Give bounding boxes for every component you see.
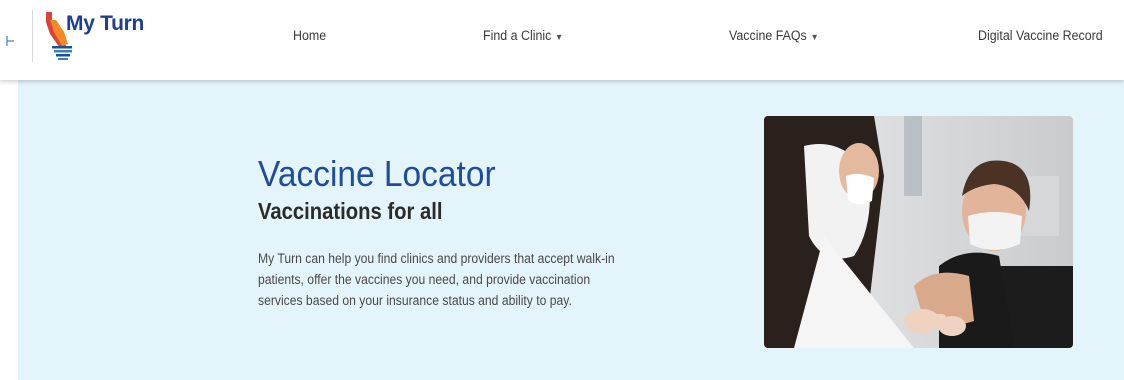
logo-text: My Turn <box>66 12 145 35</box>
nav-home[interactable]: Home <box>293 28 326 43</box>
nav-vaccine-faqs-label: Vaccine FAQs <box>729 28 807 43</box>
my-turn-logo[interactable]: My Turn <box>40 8 150 60</box>
vaccination-illustration <box>764 116 1073 348</box>
nav-digital-vaccine-record[interactable]: Digital Vaccine Record <box>978 28 1103 43</box>
nav-find-a-clinic-label: Find a Clinic <box>483 28 552 43</box>
nav-find-a-clinic[interactable]: Find a Clinic ▼ <box>483 28 563 43</box>
hero-vaccination-photo <box>764 116 1073 348</box>
chevron-down-icon: ▼ <box>555 32 564 42</box>
hero-description: My Turn can help you find clinics and pr… <box>258 251 615 308</box>
top-nav-bar: My Turn Home Find a Clinic ▼ Vaccine FAQs… <box>0 0 1124 80</box>
nav-home-label: Home <box>293 28 327 43</box>
menu-edge-icon[interactable] <box>6 34 16 48</box>
page-subtitle: Vaccinations for all <box>258 198 443 224</box>
nav-vaccine-faqs[interactable]: Vaccine FAQs ▼ <box>729 28 819 43</box>
page-title: Vaccine Locator <box>258 153 496 194</box>
chevron-down-icon: ▼ <box>810 32 819 42</box>
nav-digital-vaccine-record-label: Digital Vaccine Record <box>978 28 1103 43</box>
logo-divider <box>32 10 33 62</box>
